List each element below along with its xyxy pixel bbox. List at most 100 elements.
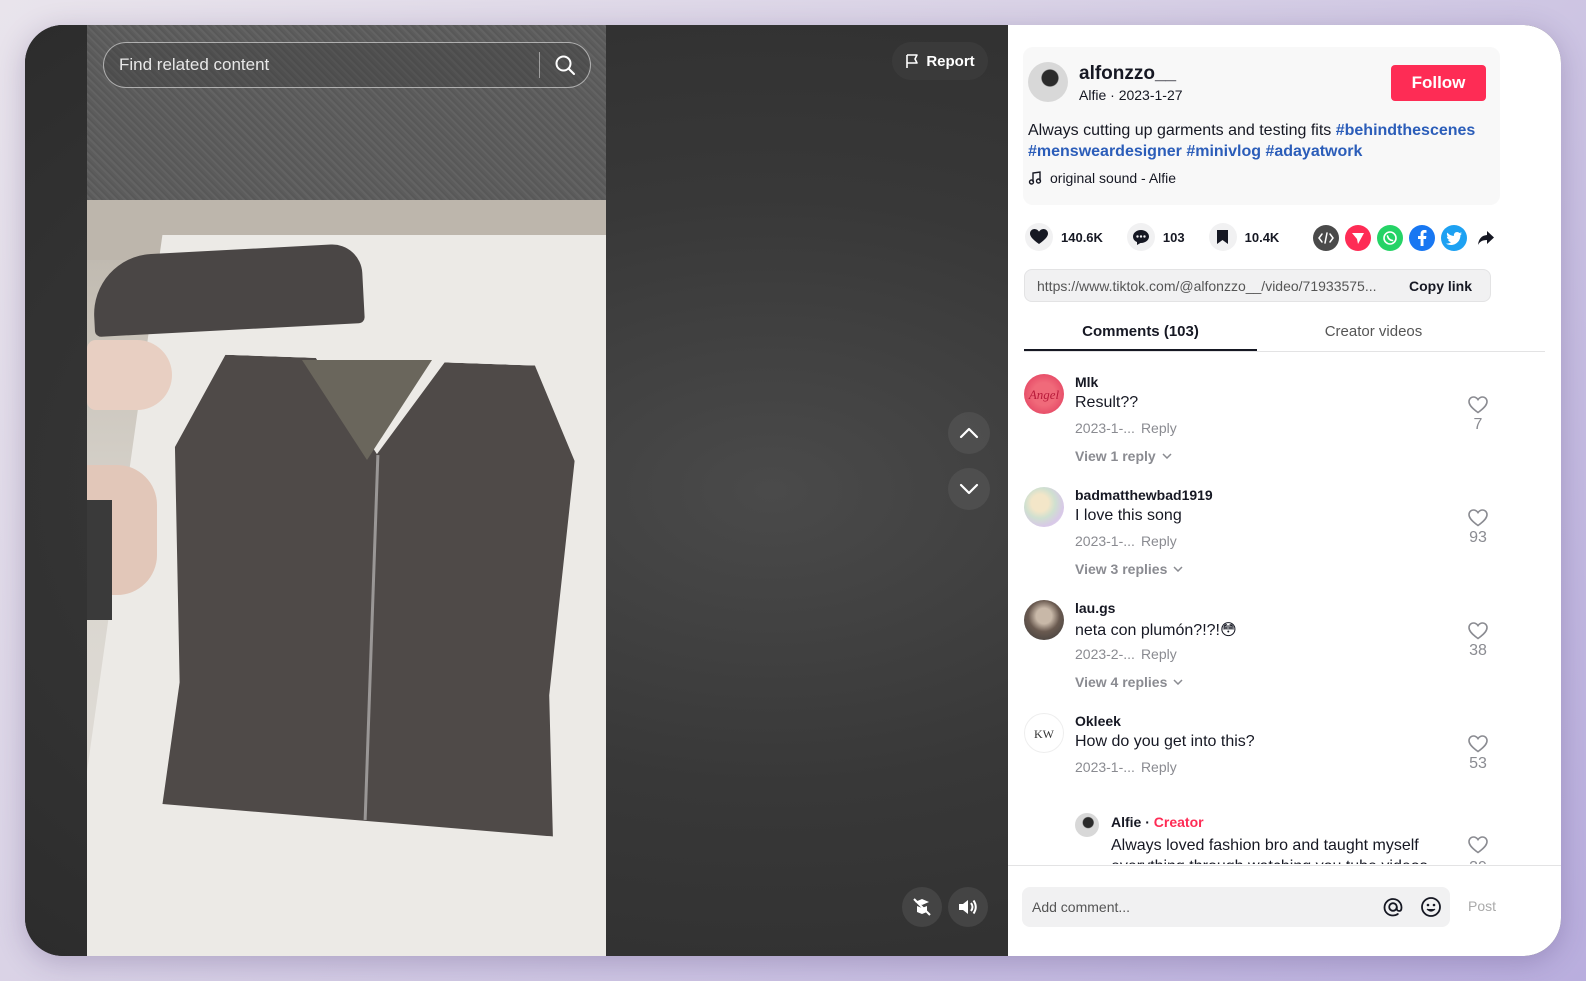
save-stat[interactable]: 10.4K [1208,223,1280,251]
commenter-avatar[interactable]: KW [1024,713,1064,753]
comment-like[interactable]: 38 [1464,622,1492,660]
search-input[interactable]: Find related content [104,55,539,75]
floating-player-button[interactable] [902,887,942,927]
comment-meta: 2023-1-... Reply [1075,759,1177,775]
post-date: 2023-1-27 [1118,87,1183,103]
tab-creator-videos[interactable]: Creator videos [1257,321,1490,351]
hashtag-link[interactable]: #adayatwork [1265,143,1362,160]
previous-video-button[interactable] [948,412,990,454]
search-bar[interactable]: Find related content [103,42,591,88]
music-link[interactable]: original sound - Alfie [1028,170,1176,186]
author-subline: Alfie · 2023-1-27 [1079,87,1183,103]
creator-reply-avatar[interactable] [1075,813,1099,837]
tab-comments[interactable]: Comments (103) [1024,321,1257,351]
heart-outline-icon [1468,622,1488,640]
comment-icon[interactable] [1126,223,1155,251]
comment-like-count: 93 [1469,529,1487,546]
twitter-icon[interactable] [1441,225,1467,251]
music-title: original sound - Alfie [1050,170,1177,186]
view-replies-button[interactable]: View 1 reply [1075,448,1172,464]
creator-reply-like-count: 39 [1469,859,1487,864]
engagement-stats: 140.6K 103 10.4K [1025,223,1303,251]
heart-outline-icon [1468,836,1488,854]
video-scene-hood [91,242,365,338]
comment-text: How do you get into this? [1075,733,1255,750]
chevron-up-icon [959,427,979,439]
video-player[interactable] [87,25,606,956]
reply-button[interactable]: Reply [1141,646,1177,662]
heart-outline-icon [1468,735,1488,753]
creator-reply-like[interactable]: 39 [1464,836,1492,864]
next-video-button[interactable] [948,468,990,510]
commenter-avatar[interactable] [1024,600,1064,640]
comment-like-count: 7 [1473,416,1483,433]
commenter-username[interactable]: lau.gs [1075,600,1115,616]
reply-button[interactable]: Reply [1141,759,1177,775]
chevron-down-icon [1173,566,1183,572]
commenter-username[interactable]: Okleek [1075,713,1121,729]
comment-like[interactable]: 7 [1464,396,1492,434]
copy-link-button[interactable]: Copy link [1391,278,1490,294]
comment-date: 2023-1-... [1075,533,1135,549]
report-button[interactable]: Report [892,42,988,80]
app-window: Find related content Report alfonzzo__ A… [25,25,1561,956]
heart-outline-icon [1468,396,1488,414]
reply-button[interactable]: Reply [1141,533,1177,549]
comment-count: 103 [1162,229,1185,245]
mention-icon[interactable] [1374,896,1412,918]
comment-list[interactable]: Angel Mlk Result?? 2023-1-... Reply View … [1008,354,1561,864]
details-panel: alfonzzo__ Alfie · 2023-1-27 Follow Alwa… [1008,25,1561,956]
comment-like[interactable]: 53 [1464,735,1492,773]
save-count: 10.4K [1244,229,1280,245]
comment-like[interactable]: 93 [1464,509,1492,547]
follow-button[interactable]: Follow [1391,65,1486,101]
author-username[interactable]: alfonzzo__ [1079,63,1176,85]
embed-icon[interactable] [1313,225,1339,251]
emoji-icon[interactable] [1412,896,1450,918]
comment-like-count: 38 [1469,642,1487,659]
chevron-down-icon [1173,679,1183,685]
chevron-down-icon [1162,453,1172,459]
comment-meta: 2023-1-... Reply [1075,420,1177,436]
comment-date: 2023-1-... [1075,420,1135,436]
flag-icon [906,53,919,68]
view-replies-button[interactable]: View 3 replies [1075,561,1183,577]
creator-reply-name: Alfie [1111,814,1142,830]
share-arrow-icon[interactable] [1473,225,1499,251]
comment-text: I love this song [1075,507,1182,524]
video-pane[interactable]: Find related content Report [25,25,1020,956]
comment-input-placeholder[interactable]: Add comment... [1022,899,1374,915]
author-avatar[interactable] [1028,62,1068,102]
panel-tabs: Comments (103) Creator videos [1024,321,1545,352]
view-replies-button[interactable]: View 4 replies [1075,674,1183,690]
comment-input[interactable]: Add comment... [1022,887,1450,927]
comment-stat[interactable]: 103 [1126,223,1185,251]
video-scene-hand [87,340,172,410]
whatsapp-icon[interactable] [1377,225,1403,251]
hashtag-link[interactable]: #behindthescenes [1336,122,1476,139]
view-replies-label: View 4 replies [1075,674,1168,690]
bookmark-icon[interactable] [1208,223,1237,251]
search-icon[interactable] [540,43,590,87]
commenter-username[interactable]: badmatthewbad1919 [1075,487,1213,503]
send-icon[interactable] [1345,225,1371,251]
facebook-icon[interactable] [1409,225,1435,251]
reply-button[interactable]: Reply [1141,420,1177,436]
report-label: Report [926,52,975,70]
hashtag-link[interactable]: #mensweardesigner [1028,143,1182,160]
creator-reply-username[interactable]: Alfie · Creator [1111,814,1204,830]
view-replies-label: View 3 replies [1075,561,1168,577]
like-stat[interactable]: 140.6K [1025,223,1103,251]
commenter-avatar[interactable]: Angel [1024,374,1064,414]
video-link-url[interactable]: https://www.tiktok.com/@alfonzzo__/video… [1025,278,1391,294]
heart-icon[interactable] [1025,223,1053,251]
svg-text:Angel: Angel [1028,387,1060,402]
volume-button[interactable] [948,887,988,927]
hashtag-link[interactable]: #minivlog [1186,143,1261,160]
commenter-username[interactable]: Mlk [1075,374,1098,390]
like-count: 140.6K [1061,229,1103,245]
volume-icon [959,899,977,915]
post-button[interactable]: Post [1468,898,1496,914]
creator-badge: Creator [1153,814,1204,830]
commenter-avatar[interactable] [1024,487,1064,527]
